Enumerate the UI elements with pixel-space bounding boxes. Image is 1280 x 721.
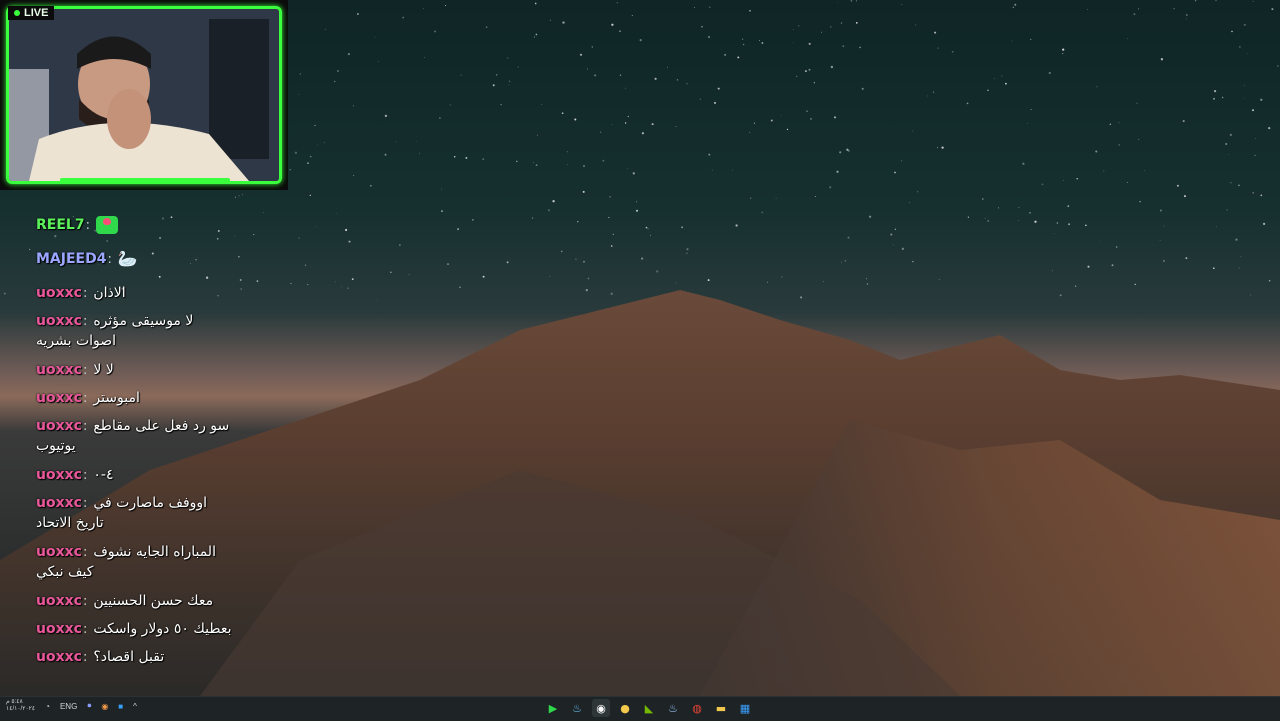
language-indicator[interactable]: ENG (60, 702, 77, 711)
taskbar-apps: ▶ ♨ ◉ ● ◣ ♨ ◍ ▬ ▦ (544, 699, 754, 717)
chrome-icon[interactable]: ◍ (688, 699, 706, 717)
chat-separator: : (85, 218, 90, 233)
webcam-overlay: LIVE (0, 0, 288, 190)
clock[interactable]: ٥:٤٨ م ١٤/١٠/٢٠٢٤ (6, 699, 35, 713)
clock-time: ٥:٤٨ م (6, 699, 23, 705)
chat-username[interactable]: REEL7 (36, 217, 85, 233)
chat-message-text: سو رد فعل على مقاطع (93, 418, 230, 434)
chat-separator: : (82, 314, 88, 329)
chat-username[interactable]: uoxxc (36, 313, 82, 329)
chat-message-text: لا موسيقى مؤثره (93, 313, 194, 329)
file-explorer-icon[interactable]: ▬ (712, 699, 730, 717)
steam-icon[interactable]: ♨ (568, 699, 586, 717)
taskbar: ٥:٤٨ م ١٤/١٠/٢٠٢٤ ◔ ENG ⏺ ◉ ■ ^ ▶ ♨ ◉ ● ◣ ♨ ◍ ▬… (0, 696, 1280, 721)
windows-icon[interactable]: ▦ (736, 699, 754, 717)
chat-separator: : (82, 650, 88, 665)
chat-message: uoxxc: لا لا (36, 359, 276, 378)
chat-message-text: امبوستر (93, 390, 140, 406)
folder-yellow-icon[interactable]: ● (616, 699, 634, 717)
goose-emote-icon: 🦢 (117, 249, 138, 268)
chat-username[interactable]: uoxxc (36, 467, 82, 483)
chat-message: uoxxc: تقبل اقصاد؟ (36, 646, 276, 665)
chat-separator: : (82, 496, 88, 511)
chat-username[interactable]: MAJEED4 (36, 251, 106, 267)
chat-message: uoxxc: ٤-٠ (36, 464, 276, 483)
chat-username[interactable]: uoxxc (36, 593, 82, 609)
chat-username[interactable]: uoxxc (36, 390, 82, 406)
chat-message-text: تقبل اقصاد؟ (93, 649, 165, 665)
live-badge: LIVE (8, 6, 55, 20)
heart-emote-icon (95, 215, 118, 234)
chat-username[interactable]: uoxxc (36, 649, 82, 665)
chat-separator: : (82, 363, 88, 378)
chat-separator: : (82, 545, 88, 560)
chat-separator: : (82, 419, 88, 434)
chat-message-text: اووفف ماصارت في (93, 495, 208, 511)
chat-message: uoxxc: بعطيك ٥٠ دولار واسكت (36, 618, 276, 637)
chat-separator: : (82, 286, 88, 301)
chat-message: MAJEED4: 🦢 (36, 248, 276, 268)
chat-separator: : (107, 252, 112, 267)
chat-message-text: لا لا (93, 362, 114, 378)
chat-message-text-continued: يوتيوب (36, 438, 76, 454)
chat-separator: : (82, 594, 88, 609)
nvidia-icon[interactable]: ◣ (640, 699, 658, 717)
chat-message: uoxxc: معك حسن الحسنيين (36, 590, 276, 609)
chat-message: uoxxc: سو رد فعل على مقاطع يوتيوب (36, 415, 276, 454)
chat-message: uoxxc: الاذان (36, 282, 276, 301)
overlay-bottom-bar (60, 178, 230, 182)
webcam-feed (6, 6, 282, 184)
chat-separator: : (82, 391, 88, 406)
chat-message-text: بعطيك ٥٠ دولار واسكت (93, 621, 232, 637)
chat-message-text-continued: كيف نبكي (36, 564, 94, 580)
chat-separator: : (82, 622, 88, 637)
system-tray: ٥:٤٨ م ١٤/١٠/٢٠٢٤ ◔ ENG ⏺ ◉ ■ ^ (6, 699, 137, 713)
microphone-icon[interactable]: ⏺ (87, 701, 91, 711)
chat-username[interactable]: uoxxc (36, 418, 82, 434)
chat-username[interactable]: uoxxc (36, 621, 82, 637)
chat-message-text: معك حسن الحسنيين (93, 593, 214, 609)
chat-message: uoxxc: اووفف ماصارت في تاريخ الاتحاد (36, 492, 276, 531)
clock-date: ١٤/١٠/٢٠٢٤ (6, 706, 36, 712)
live-dot-icon (14, 10, 20, 16)
chat-username[interactable]: uoxxc (36, 544, 82, 560)
live-label: LIVE (24, 7, 49, 19)
steam-alt-icon[interactable]: ♨ (664, 699, 682, 717)
network-icon[interactable]: ◔ (45, 702, 50, 711)
media-player-icon[interactable]: ▶ (544, 699, 562, 717)
chat-message: REEL7: (36, 214, 276, 234)
volume-icon[interactable]: ◉ (101, 702, 108, 711)
chat-username[interactable]: uoxxc (36, 362, 82, 378)
chat-message-text: الاذان (93, 285, 126, 301)
chat-message: uoxxc: لا موسيقى مؤثره اصوات بشريه (36, 310, 276, 349)
chevron-up-icon[interactable]: ^ (133, 702, 137, 711)
chat-message: uoxxc: المباراه الجايه نشوف كيف نبكي (36, 541, 276, 580)
obs-icon[interactable]: ◉ (592, 699, 610, 717)
chat-username[interactable]: uoxxc (36, 285, 82, 301)
chat-message-text: المباراه الجايه نشوف (93, 544, 216, 560)
chat-message-text: ٤-٠ (93, 467, 114, 483)
chat-message-text-continued: تاريخ الاتحاد (36, 515, 104, 531)
chat-message-text-continued: اصوات بشريه (36, 333, 117, 349)
bluetooth-icon[interactable]: ■ (118, 702, 123, 711)
chat-message: uoxxc: امبوستر (36, 387, 276, 406)
chat-separator: : (82, 468, 88, 483)
chat-username[interactable]: uoxxc (36, 495, 82, 511)
streamer-video (9, 9, 279, 181)
